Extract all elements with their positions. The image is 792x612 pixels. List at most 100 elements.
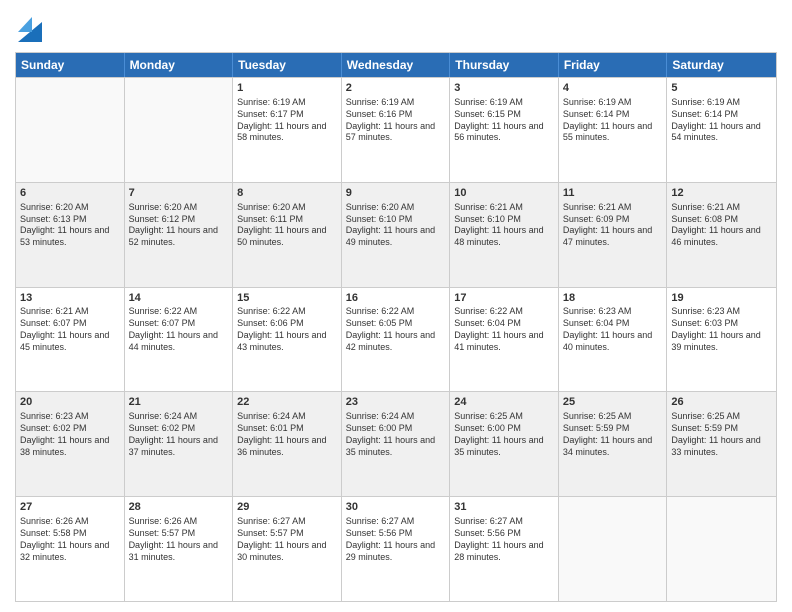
calendar-day-2: 2Sunrise: 6:19 AM Sunset: 6:16 PM Daylig…: [342, 78, 451, 182]
day-number: 4: [563, 81, 663, 96]
day-number: 7: [129, 186, 229, 201]
day-info: Sunrise: 6:19 AM Sunset: 6:15 PM Dayligh…: [454, 97, 554, 145]
day-number: 9: [346, 186, 446, 201]
day-number: 18: [563, 291, 663, 306]
calendar-week-4: 20Sunrise: 6:23 AM Sunset: 6:02 PM Dayli…: [16, 391, 776, 496]
header-day-thursday: Thursday: [450, 53, 559, 77]
calendar-empty-cell: [667, 497, 776, 601]
calendar-day-18: 18Sunrise: 6:23 AM Sunset: 6:04 PM Dayli…: [559, 288, 668, 392]
calendar-week-2: 6Sunrise: 6:20 AM Sunset: 6:13 PM Daylig…: [16, 182, 776, 287]
calendar-header: SundayMondayTuesdayWednesdayThursdayFrid…: [16, 53, 776, 77]
calendar-day-28: 28Sunrise: 6:26 AM Sunset: 5:57 PM Dayli…: [125, 497, 234, 601]
calendar-day-13: 13Sunrise: 6:21 AM Sunset: 6:07 PM Dayli…: [16, 288, 125, 392]
calendar-day-22: 22Sunrise: 6:24 AM Sunset: 6:01 PM Dayli…: [233, 392, 342, 496]
day-number: 6: [20, 186, 120, 201]
calendar-day-31: 31Sunrise: 6:27 AM Sunset: 5:56 PM Dayli…: [450, 497, 559, 601]
day-number: 19: [671, 291, 772, 306]
calendar-day-27: 27Sunrise: 6:26 AM Sunset: 5:58 PM Dayli…: [16, 497, 125, 601]
day-info: Sunrise: 6:19 AM Sunset: 6:14 PM Dayligh…: [671, 97, 772, 145]
calendar-day-3: 3Sunrise: 6:19 AM Sunset: 6:15 PM Daylig…: [450, 78, 559, 182]
day-number: 28: [129, 500, 229, 515]
calendar-week-3: 13Sunrise: 6:21 AM Sunset: 6:07 PM Dayli…: [16, 287, 776, 392]
calendar-day-8: 8Sunrise: 6:20 AM Sunset: 6:11 PM Daylig…: [233, 183, 342, 287]
calendar-day-1: 1Sunrise: 6:19 AM Sunset: 6:17 PM Daylig…: [233, 78, 342, 182]
day-number: 16: [346, 291, 446, 306]
calendar-empty-cell: [125, 78, 234, 182]
calendar-day-30: 30Sunrise: 6:27 AM Sunset: 5:56 PM Dayli…: [342, 497, 451, 601]
day-info: Sunrise: 6:19 AM Sunset: 6:16 PM Dayligh…: [346, 97, 446, 145]
day-info: Sunrise: 6:20 AM Sunset: 6:12 PM Dayligh…: [129, 202, 229, 250]
day-info: Sunrise: 6:23 AM Sunset: 6:02 PM Dayligh…: [20, 411, 120, 459]
calendar-day-16: 16Sunrise: 6:22 AM Sunset: 6:05 PM Dayli…: [342, 288, 451, 392]
calendar-empty-cell: [16, 78, 125, 182]
calendar-day-6: 6Sunrise: 6:20 AM Sunset: 6:13 PM Daylig…: [16, 183, 125, 287]
day-info: Sunrise: 6:22 AM Sunset: 6:07 PM Dayligh…: [129, 306, 229, 354]
day-info: Sunrise: 6:27 AM Sunset: 5:56 PM Dayligh…: [454, 516, 554, 564]
day-info: Sunrise: 6:20 AM Sunset: 6:10 PM Dayligh…: [346, 202, 446, 250]
header-day-sunday: Sunday: [16, 53, 125, 77]
calendar-day-10: 10Sunrise: 6:21 AM Sunset: 6:10 PM Dayli…: [450, 183, 559, 287]
day-info: Sunrise: 6:20 AM Sunset: 6:13 PM Dayligh…: [20, 202, 120, 250]
day-number: 14: [129, 291, 229, 306]
day-info: Sunrise: 6:26 AM Sunset: 5:58 PM Dayligh…: [20, 516, 120, 564]
day-info: Sunrise: 6:25 AM Sunset: 5:59 PM Dayligh…: [563, 411, 663, 459]
logo-icon: [18, 12, 42, 42]
calendar-day-23: 23Sunrise: 6:24 AM Sunset: 6:00 PM Dayli…: [342, 392, 451, 496]
day-number: 24: [454, 395, 554, 410]
day-number: 15: [237, 291, 337, 306]
day-info: Sunrise: 6:22 AM Sunset: 6:06 PM Dayligh…: [237, 306, 337, 354]
calendar-day-21: 21Sunrise: 6:24 AM Sunset: 6:02 PM Dayli…: [125, 392, 234, 496]
calendar-page: SundayMondayTuesdayWednesdayThursdayFrid…: [0, 0, 792, 612]
day-info: Sunrise: 6:21 AM Sunset: 6:10 PM Dayligh…: [454, 202, 554, 250]
day-number: 1: [237, 81, 337, 96]
day-info: Sunrise: 6:27 AM Sunset: 5:56 PM Dayligh…: [346, 516, 446, 564]
day-number: 10: [454, 186, 554, 201]
day-number: 8: [237, 186, 337, 201]
calendar-week-1: 1Sunrise: 6:19 AM Sunset: 6:17 PM Daylig…: [16, 77, 776, 182]
day-info: Sunrise: 6:22 AM Sunset: 6:05 PM Dayligh…: [346, 306, 446, 354]
day-info: Sunrise: 6:20 AM Sunset: 6:11 PM Dayligh…: [237, 202, 337, 250]
calendar-day-29: 29Sunrise: 6:27 AM Sunset: 5:57 PM Dayli…: [233, 497, 342, 601]
calendar: SundayMondayTuesdayWednesdayThursdayFrid…: [15, 52, 777, 602]
day-number: 30: [346, 500, 446, 515]
calendar-day-19: 19Sunrise: 6:23 AM Sunset: 6:03 PM Dayli…: [667, 288, 776, 392]
day-number: 11: [563, 186, 663, 201]
day-number: 29: [237, 500, 337, 515]
day-info: Sunrise: 6:24 AM Sunset: 6:01 PM Dayligh…: [237, 411, 337, 459]
day-number: 22: [237, 395, 337, 410]
day-info: Sunrise: 6:27 AM Sunset: 5:57 PM Dayligh…: [237, 516, 337, 564]
day-number: 31: [454, 500, 554, 515]
day-info: Sunrise: 6:23 AM Sunset: 6:04 PM Dayligh…: [563, 306, 663, 354]
day-number: 2: [346, 81, 446, 96]
day-info: Sunrise: 6:24 AM Sunset: 6:00 PM Dayligh…: [346, 411, 446, 459]
day-info: Sunrise: 6:24 AM Sunset: 6:02 PM Dayligh…: [129, 411, 229, 459]
day-info: Sunrise: 6:23 AM Sunset: 6:03 PM Dayligh…: [671, 306, 772, 354]
day-info: Sunrise: 6:25 AM Sunset: 6:00 PM Dayligh…: [454, 411, 554, 459]
calendar-day-15: 15Sunrise: 6:22 AM Sunset: 6:06 PM Dayli…: [233, 288, 342, 392]
day-number: 13: [20, 291, 120, 306]
day-info: Sunrise: 6:26 AM Sunset: 5:57 PM Dayligh…: [129, 516, 229, 564]
calendar-week-5: 27Sunrise: 6:26 AM Sunset: 5:58 PM Dayli…: [16, 496, 776, 601]
calendar-empty-cell: [559, 497, 668, 601]
calendar-day-7: 7Sunrise: 6:20 AM Sunset: 6:12 PM Daylig…: [125, 183, 234, 287]
day-number: 26: [671, 395, 772, 410]
header: [15, 10, 777, 44]
header-day-tuesday: Tuesday: [233, 53, 342, 77]
day-number: 17: [454, 291, 554, 306]
calendar-day-12: 12Sunrise: 6:21 AM Sunset: 6:08 PM Dayli…: [667, 183, 776, 287]
day-number: 3: [454, 81, 554, 96]
header-day-wednesday: Wednesday: [342, 53, 451, 77]
header-day-saturday: Saturday: [667, 53, 776, 77]
calendar-day-4: 4Sunrise: 6:19 AM Sunset: 6:14 PM Daylig…: [559, 78, 668, 182]
calendar-day-25: 25Sunrise: 6:25 AM Sunset: 5:59 PM Dayli…: [559, 392, 668, 496]
day-info: Sunrise: 6:22 AM Sunset: 6:04 PM Dayligh…: [454, 306, 554, 354]
day-number: 12: [671, 186, 772, 201]
calendar-body: 1Sunrise: 6:19 AM Sunset: 6:17 PM Daylig…: [16, 77, 776, 601]
day-info: Sunrise: 6:25 AM Sunset: 5:59 PM Dayligh…: [671, 411, 772, 459]
day-info: Sunrise: 6:21 AM Sunset: 6:08 PM Dayligh…: [671, 202, 772, 250]
header-day-monday: Monday: [125, 53, 234, 77]
day-info: Sunrise: 6:19 AM Sunset: 6:14 PM Dayligh…: [563, 97, 663, 145]
calendar-day-17: 17Sunrise: 6:22 AM Sunset: 6:04 PM Dayli…: [450, 288, 559, 392]
calendar-day-11: 11Sunrise: 6:21 AM Sunset: 6:09 PM Dayli…: [559, 183, 668, 287]
header-day-friday: Friday: [559, 53, 668, 77]
